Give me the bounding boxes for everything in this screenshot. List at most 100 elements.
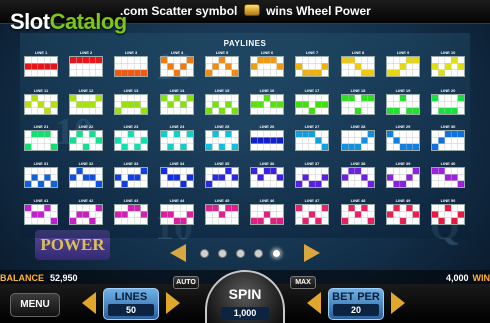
payline-cell — [173, 217, 181, 224]
payline-cell — [276, 63, 283, 70]
payline-cell — [406, 174, 413, 181]
payline-cell — [308, 69, 316, 76]
payline-cell — [321, 63, 328, 70]
payline-cell — [451, 174, 458, 181]
lines-increase-icon[interactable] — [166, 292, 180, 314]
payline-pattern — [250, 56, 284, 77]
payline-cell — [444, 107, 452, 114]
payline-item: LINE 37 — [295, 161, 329, 189]
payline-cell — [308, 131, 316, 138]
payline-cell — [95, 180, 102, 187]
payline-label: LINE 32 — [78, 161, 94, 166]
auto-button[interactable]: AUTO — [173, 276, 199, 289]
lines-decrease-icon[interactable] — [82, 292, 96, 314]
payline-label: LINE 45 — [214, 198, 230, 203]
payline-cell — [263, 168, 271, 175]
payline-label: LINE 26 — [259, 124, 275, 129]
win-label: WIN — [472, 273, 490, 283]
payline-cell — [457, 180, 464, 187]
next-page-arrow-icon[interactable] — [304, 244, 320, 262]
payline-cell — [399, 180, 407, 187]
payline-cell — [444, 131, 452, 138]
payline-cell — [212, 101, 219, 108]
payline-cell — [251, 63, 258, 70]
payline-cell — [140, 137, 147, 144]
payline-cell — [399, 217, 407, 224]
payline-pattern — [160, 204, 194, 225]
payline-cell — [432, 63, 439, 70]
page-dot[interactable] — [236, 249, 245, 258]
payline-label: LINE 5 — [215, 50, 229, 55]
payline-cell — [89, 131, 96, 138]
payline-label: LINE 17 — [304, 88, 320, 93]
page-dot[interactable] — [254, 249, 263, 258]
payline-cell — [37, 211, 45, 218]
bet-decrease-icon[interactable] — [307, 292, 321, 314]
payline-cell — [438, 168, 445, 175]
payline-label: LINE 36 — [259, 161, 275, 166]
payline-item: LINE 22 — [69, 124, 103, 152]
menu-button[interactable]: MENU — [10, 293, 60, 317]
payline-cell — [95, 137, 102, 144]
payline-cell — [115, 211, 122, 218]
payline-pattern — [114, 94, 148, 115]
payline-pattern — [431, 130, 465, 151]
payline-cell — [438, 107, 445, 114]
payline-cell — [140, 69, 147, 76]
payline-cell — [412, 143, 419, 150]
payline-label: LINE 43 — [123, 198, 139, 203]
payline-cell — [121, 211, 128, 218]
payline-cell — [399, 63, 407, 70]
payline-cell — [180, 180, 187, 187]
payline-item: LINE 29 — [386, 124, 420, 152]
bet-label: BET PER — [332, 291, 380, 303]
payline-pattern — [341, 167, 375, 188]
payline-cell — [82, 211, 90, 218]
payline-item: LINE 9 — [386, 50, 420, 78]
page-dot[interactable] — [218, 249, 227, 258]
payline-cell — [127, 205, 135, 212]
payline-label: LINE 6 — [260, 50, 274, 55]
payline-item: LINE 12 — [69, 88, 103, 116]
payline-cell — [270, 137, 277, 144]
payline-pattern — [386, 130, 420, 151]
payline-cell — [257, 174, 264, 181]
balance-display: BALANCE 52,950 — [0, 273, 78, 283]
payline-label: LINE 38 — [350, 161, 366, 166]
payline-label: LINE 47 — [304, 198, 320, 203]
payline-label: LINE 14 — [169, 88, 185, 93]
payline-cell — [82, 174, 90, 181]
payline-item: LINE 4 — [160, 50, 194, 78]
wheel-icon — [243, 4, 260, 16]
payline-cell — [212, 205, 219, 212]
payline-cell — [412, 57, 419, 64]
payline-cell — [37, 180, 45, 187]
payline-cell — [76, 101, 83, 108]
payline-label: LINE 49 — [395, 198, 411, 203]
payline-cell — [406, 107, 413, 114]
payline-cell — [173, 131, 181, 138]
payline-cell — [257, 217, 264, 224]
payline-cell — [354, 143, 362, 150]
payline-cell — [432, 95, 439, 102]
prev-page-arrow-icon[interactable] — [170, 244, 186, 262]
payline-label: LINE 24 — [169, 124, 185, 129]
payline-item: LINE 6 — [250, 50, 284, 78]
payline-cell — [121, 180, 128, 187]
payline-pattern — [205, 94, 239, 115]
payline-cell — [127, 69, 135, 76]
payline-label: LINE 15 — [214, 88, 230, 93]
page-dot[interactable] — [272, 249, 281, 258]
payline-pattern — [295, 94, 329, 115]
bet-increase-icon[interactable] — [391, 292, 405, 314]
payline-cell — [406, 143, 413, 150]
payline-pattern — [386, 167, 420, 188]
payline-cell — [218, 211, 226, 218]
max-button[interactable]: MAX — [290, 276, 316, 289]
payline-cell — [367, 217, 374, 224]
payline-cell — [121, 101, 128, 108]
page-dot[interactable] — [200, 249, 209, 258]
spin-label: SPIN — [228, 286, 262, 302]
payline-cell — [412, 107, 419, 114]
payline-pattern — [431, 204, 465, 225]
